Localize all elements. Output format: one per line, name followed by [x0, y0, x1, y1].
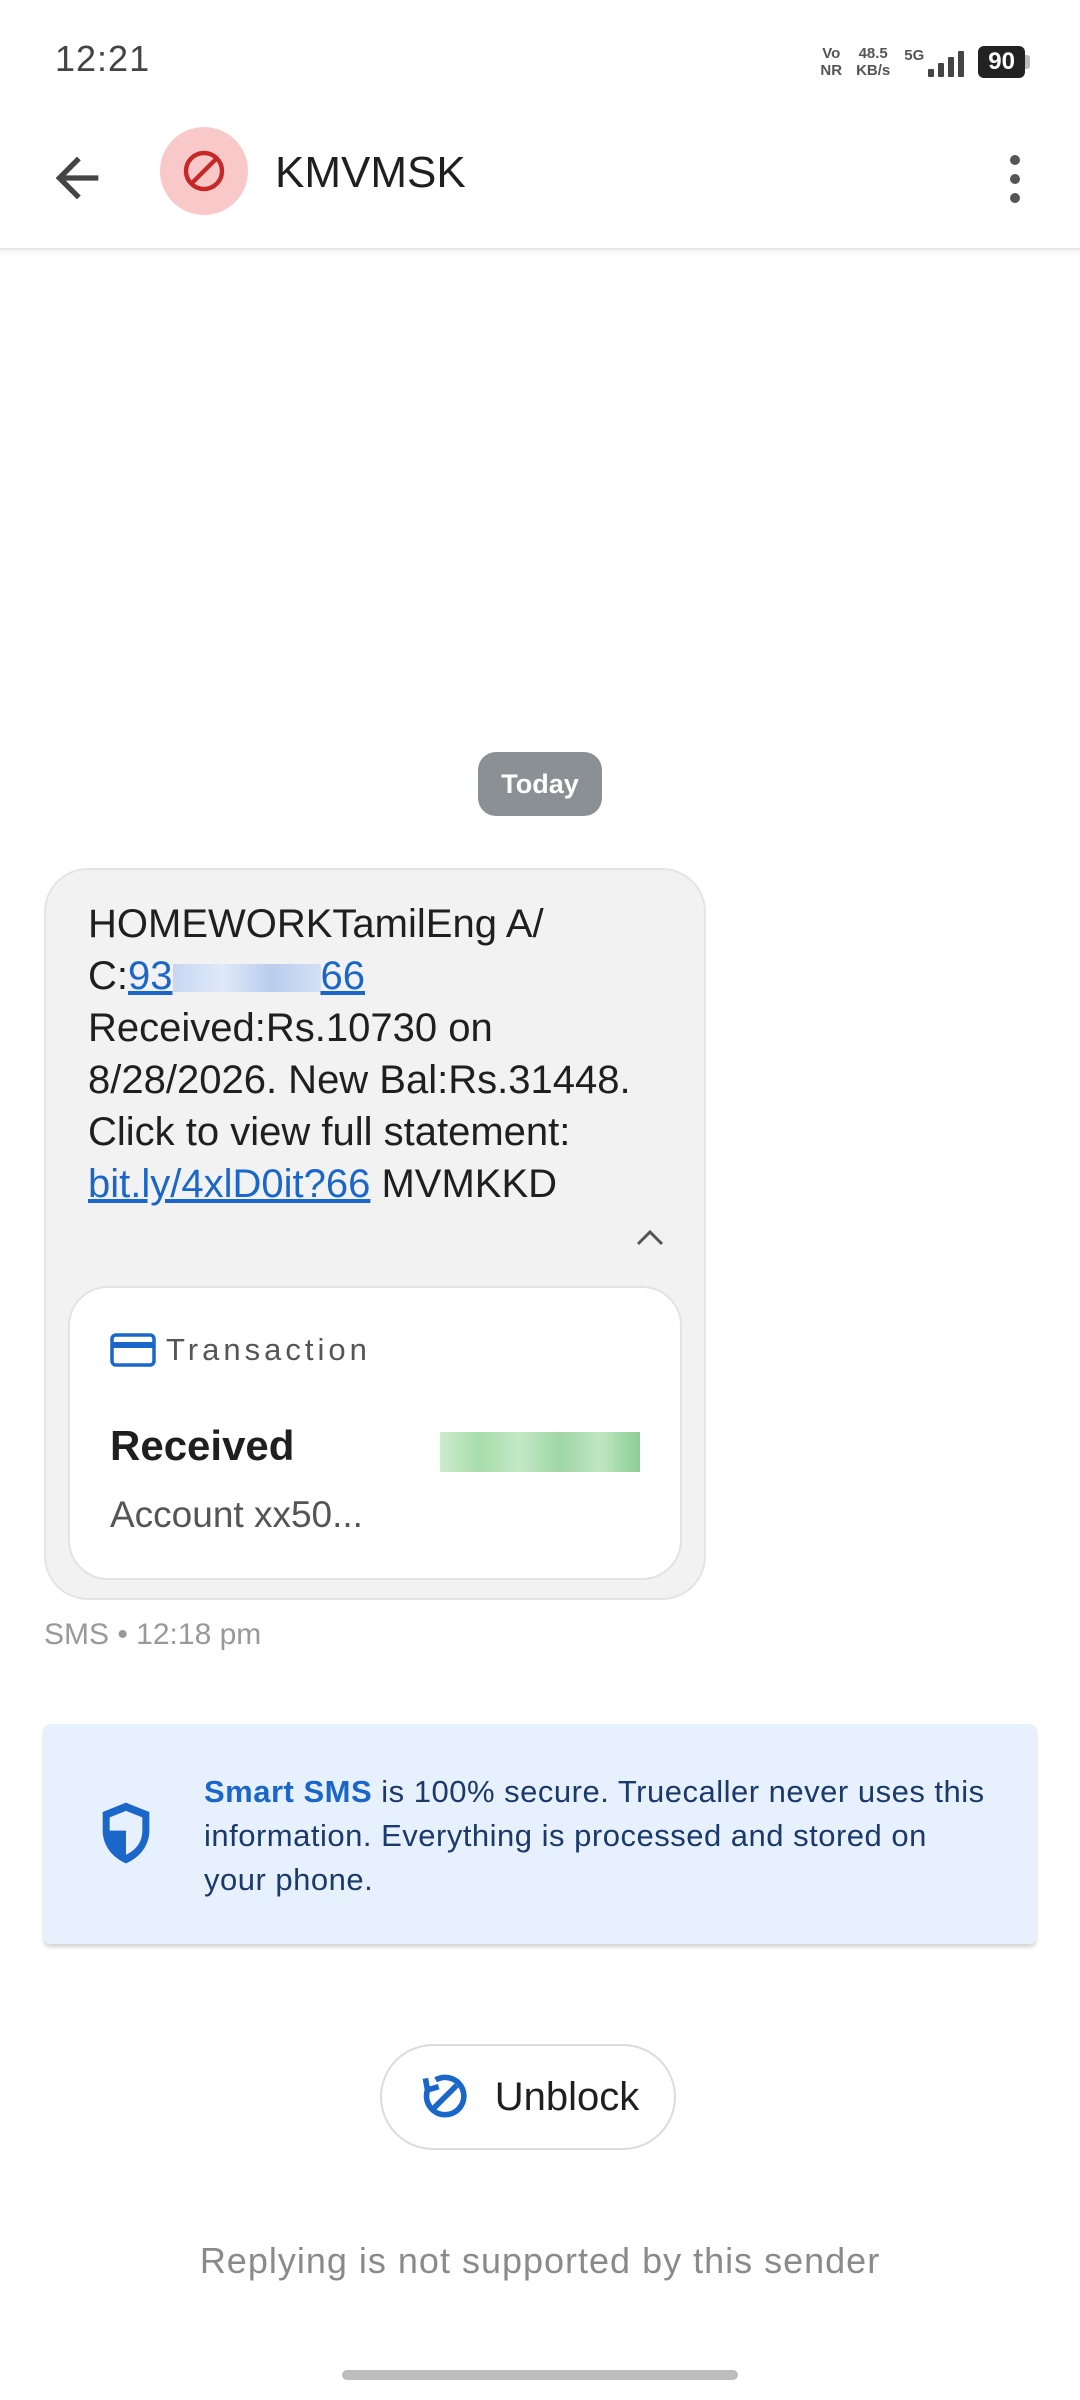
- reply-not-supported-note: Replying is not supported by this sender: [199, 2240, 881, 2281]
- info-text: Smart SMS is 100% secure. Truecaller nev…: [204, 1774, 985, 1897]
- avatar[interactable]: [160, 127, 248, 215]
- conversation-title: KMVMSK: [275, 148, 466, 197]
- arrow-back-icon[interactable]: [45, 146, 109, 210]
- unblock-label: Unblock: [494, 2074, 640, 2119]
- redacted-digits: [172, 964, 321, 993]
- chevron-up-icon[interactable]: [630, 1222, 670, 1252]
- message-text: HOMEWORKTamilEng A/ C:93 66 Received:Rs.1…: [88, 902, 631, 1206]
- credit-card-icon: [110, 1333, 156, 1367]
- transaction-header: Transaction: [110, 1332, 371, 1368]
- account-number-link[interactable]: 93 66: [128, 954, 365, 998]
- unblock-icon: [422, 2074, 467, 2118]
- more-vert-icon[interactable]: [990, 144, 1040, 214]
- transaction-card[interactable]: Transaction Received Account xx50...: [68, 1286, 682, 1580]
- shield-icon: [102, 1802, 150, 1864]
- status-bar: 12:21 Vo NR 48.5 KB/s 5G 90: [0, 0, 1080, 120]
- transaction-account: Account xx50...: [110, 1494, 363, 1535]
- vonr-indicator: Vo NR: [820, 45, 843, 79]
- blocked-icon: [183, 150, 225, 192]
- transaction-status: Received: [110, 1422, 295, 1469]
- unblock-button[interactable]: Unblock: [380, 2044, 676, 2150]
- home-indicator[interactable]: [342, 2370, 738, 2380]
- app-bar: KMVMSK: [0, 120, 1080, 250]
- statement-link[interactable]: bit.ly/4xlD0it?66: [88, 1162, 370, 1206]
- date-chip: Today: [478, 752, 602, 816]
- transaction-label: Transaction: [166, 1332, 371, 1367]
- redacted-amount: [440, 1432, 640, 1472]
- network-speed: 48.5 KB/s: [856, 45, 891, 79]
- status-icons: Vo NR 48.5 KB/s 5G 90: [820, 40, 1030, 84]
- message-bubble[interactable]: HOMEWORKTamilEng A/ C:93 66 Received:Rs.1…: [44, 868, 706, 1600]
- message-meta: SMS • 12:18 pm: [44, 1618, 262, 1651]
- battery-icon: 90: [978, 46, 1030, 78]
- smart-sms-info: Smart SMS is 100% secure. Truecaller nev…: [44, 1724, 1036, 1944]
- signal-icon: 5G: [904, 47, 965, 77]
- status-time: 12:21: [55, 38, 151, 79]
